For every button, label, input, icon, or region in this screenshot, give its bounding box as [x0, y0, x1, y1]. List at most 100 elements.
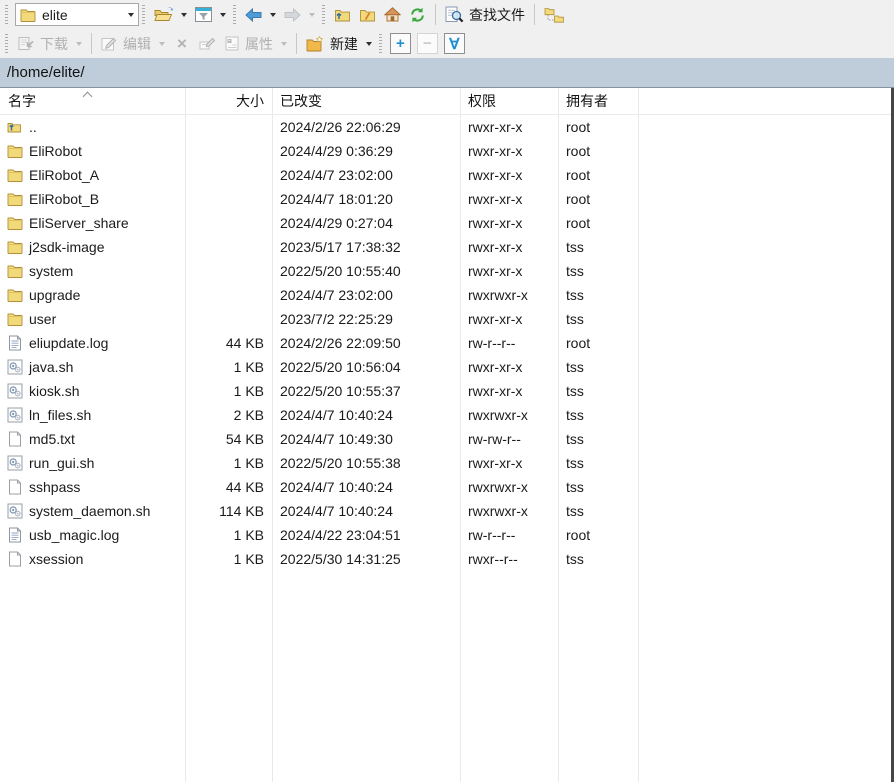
- new-dropdown[interactable]: [362, 40, 376, 48]
- properties-button[interactable]: 属性: [220, 32, 277, 56]
- file-name: usb_magic.log: [29, 527, 119, 543]
- table-row[interactable]: xsession 1 KB 2022/5/30 14:31:25 rwxr--r…: [0, 547, 894, 571]
- toolbar-grip[interactable]: [233, 5, 236, 25]
- file-owner: tss: [558, 379, 638, 403]
- file-owner: root: [558, 523, 638, 547]
- chevron-down-icon: [220, 13, 226, 17]
- filter-button[interactable]: [191, 5, 216, 24]
- file-size: 54 KB: [185, 427, 272, 451]
- table-row[interactable]: EliRobot_B 2024/4/7 18:01:20 rwxr-xr-x r…: [0, 187, 894, 211]
- new-button[interactable]: 新建: [302, 32, 362, 56]
- refresh-button[interactable]: [405, 5, 430, 25]
- delete-button[interactable]: ×: [169, 32, 195, 56]
- rename-icon: [199, 36, 216, 51]
- root-directory-button[interactable]: [355, 6, 380, 24]
- column-header-rights[interactable]: 权限: [460, 88, 558, 114]
- chevron-down-icon: [270, 13, 276, 17]
- file-name: kiosk.sh: [29, 383, 80, 399]
- table-row[interactable]: EliRobot_A 2024/4/7 23:02:00 rwxr-xr-x r…: [0, 163, 894, 187]
- table-row[interactable]: EliRobot 2024/4/29 0:36:29 rwxr-xr-x roo…: [0, 139, 894, 163]
- address-bar[interactable]: /home/elite/: [0, 58, 894, 88]
- toolbar-grip[interactable]: [142, 5, 145, 25]
- table-row[interactable]: eliupdate.log 44 KB 2024/2/26 22:09:50 r…: [0, 331, 894, 355]
- file-owner: tss: [558, 475, 638, 499]
- remove-filter-button[interactable]: −: [417, 33, 438, 54]
- parent-directory-button[interactable]: [330, 6, 355, 24]
- file-name: md5.txt: [29, 431, 75, 447]
- back-dropdown[interactable]: [266, 11, 280, 19]
- folder-icon: [6, 143, 23, 159]
- table-row[interactable]: user 2023/7/2 22:25:29 rwxr-xr-x tss: [0, 307, 894, 331]
- file-changed: 2022/5/20 10:55:38: [272, 451, 460, 475]
- filter-dropdown[interactable]: [216, 11, 230, 19]
- file-name: ln_files.sh: [29, 407, 91, 423]
- column-divider[interactable]: [272, 88, 273, 782]
- file-name: system: [29, 263, 73, 279]
- file-size: [185, 115, 272, 139]
- file-owner: root: [558, 211, 638, 235]
- table-row[interactable]: j2sdk-image 2023/5/17 17:38:32 rwxr-xr-x…: [0, 235, 894, 259]
- file-rights: rwxr-xr-x: [460, 187, 558, 211]
- file-owner: root: [558, 115, 638, 139]
- toolbar-grip[interactable]: [5, 5, 8, 25]
- table-row[interactable]: EliServer_share 2024/4/29 0:27:04 rwxr-x…: [0, 211, 894, 235]
- chevron-down-icon: [281, 42, 287, 46]
- current-path: /home/elite/: [7, 64, 85, 81]
- find-files-button[interactable]: 查找文件: [441, 3, 529, 27]
- column-header-name[interactable]: 名字: [0, 88, 185, 114]
- home-directory-button[interactable]: [380, 5, 405, 24]
- back-button[interactable]: [241, 6, 266, 24]
- filter-list-button[interactable]: ∀: [444, 33, 465, 54]
- open-directory-button[interactable]: [150, 5, 177, 24]
- properties-dropdown[interactable]: [277, 40, 291, 48]
- table-row[interactable]: kiosk.sh 1 KB 2022/5/20 10:55:37 rwxr-xr…: [0, 379, 894, 403]
- file-rights: rwxr-xr-x: [460, 259, 558, 283]
- file-size: 1 KB: [185, 451, 272, 475]
- column-header-owner[interactable]: 拥有者: [558, 88, 638, 114]
- forward-dropdown[interactable]: [305, 11, 319, 19]
- file-name: j2sdk-image: [29, 239, 104, 255]
- synchronize-browsing-button[interactable]: [540, 5, 568, 25]
- table-row[interactable]: upgrade 2024/4/7 23:02:00 rwxrwxr-x tss: [0, 283, 894, 307]
- file-panel: 名字 大小 已改变 权限 拥有者 .. 2024/2/26 22:06:29 r…: [0, 88, 894, 782]
- file-name: sshpass: [29, 479, 80, 495]
- minus-icon: −: [423, 35, 432, 52]
- table-row[interactable]: .. 2024/2/26 22:06:29 rwxr-xr-x root: [0, 115, 894, 139]
- toolbar-grip[interactable]: [5, 34, 8, 54]
- table-row[interactable]: ln_files.sh 2 KB 2024/4/7 10:40:24 rwxrw…: [0, 403, 894, 427]
- file-size: [185, 235, 272, 259]
- table-row[interactable]: java.sh 1 KB 2022/5/20 10:56:04 rwxr-xr-…: [0, 355, 894, 379]
- file-rights: rwxr-xr-x: [460, 379, 558, 403]
- table-row[interactable]: md5.txt 54 KB 2024/4/7 10:49:30 rw-rw-r-…: [0, 427, 894, 451]
- file-name: run_gui.sh: [29, 455, 94, 471]
- table-row[interactable]: system 2022/5/20 10:55:40 rwxr-xr-x tss: [0, 259, 894, 283]
- toolbar-separator: [435, 4, 436, 25]
- column-header-changed[interactable]: 已改变: [272, 88, 460, 114]
- column-divider[interactable]: [638, 88, 639, 782]
- file-name: user: [29, 311, 56, 327]
- forward-button[interactable]: [280, 6, 305, 24]
- column-divider[interactable]: [185, 88, 186, 782]
- delete-x-icon: ×: [173, 34, 191, 54]
- download-dropdown[interactable]: [72, 40, 86, 48]
- rename-button[interactable]: [195, 34, 220, 53]
- table-row[interactable]: system_daemon.sh 114 KB 2024/4/7 10:40:2…: [0, 499, 894, 523]
- column-header-size[interactable]: 大小: [185, 88, 272, 114]
- add-filter-button[interactable]: +: [390, 33, 411, 54]
- folder-icon: [6, 311, 23, 327]
- toolbar-grip[interactable]: [322, 5, 325, 25]
- edit-dropdown[interactable]: [155, 40, 169, 48]
- download-button[interactable]: 下载: [13, 32, 72, 56]
- file-name: upgrade: [29, 287, 80, 303]
- edit-button[interactable]: 编辑: [97, 32, 155, 56]
- file-rights: rwxr-xr-x: [460, 163, 558, 187]
- table-row[interactable]: usb_magic.log 1 KB 2024/4/22 23:04:51 rw…: [0, 523, 894, 547]
- table-row[interactable]: sshpass 44 KB 2024/4/7 10:40:24 rwxrwxr-…: [0, 475, 894, 499]
- column-divider[interactable]: [558, 88, 559, 782]
- session-selector[interactable]: elite: [15, 3, 139, 26]
- folder-tree-icon: [544, 7, 564, 23]
- toolbar-grip[interactable]: [379, 34, 382, 54]
- table-row[interactable]: run_gui.sh 1 KB 2022/5/20 10:55:38 rwxr-…: [0, 451, 894, 475]
- column-divider[interactable]: [460, 88, 461, 782]
- open-directory-dropdown[interactable]: [177, 11, 191, 19]
